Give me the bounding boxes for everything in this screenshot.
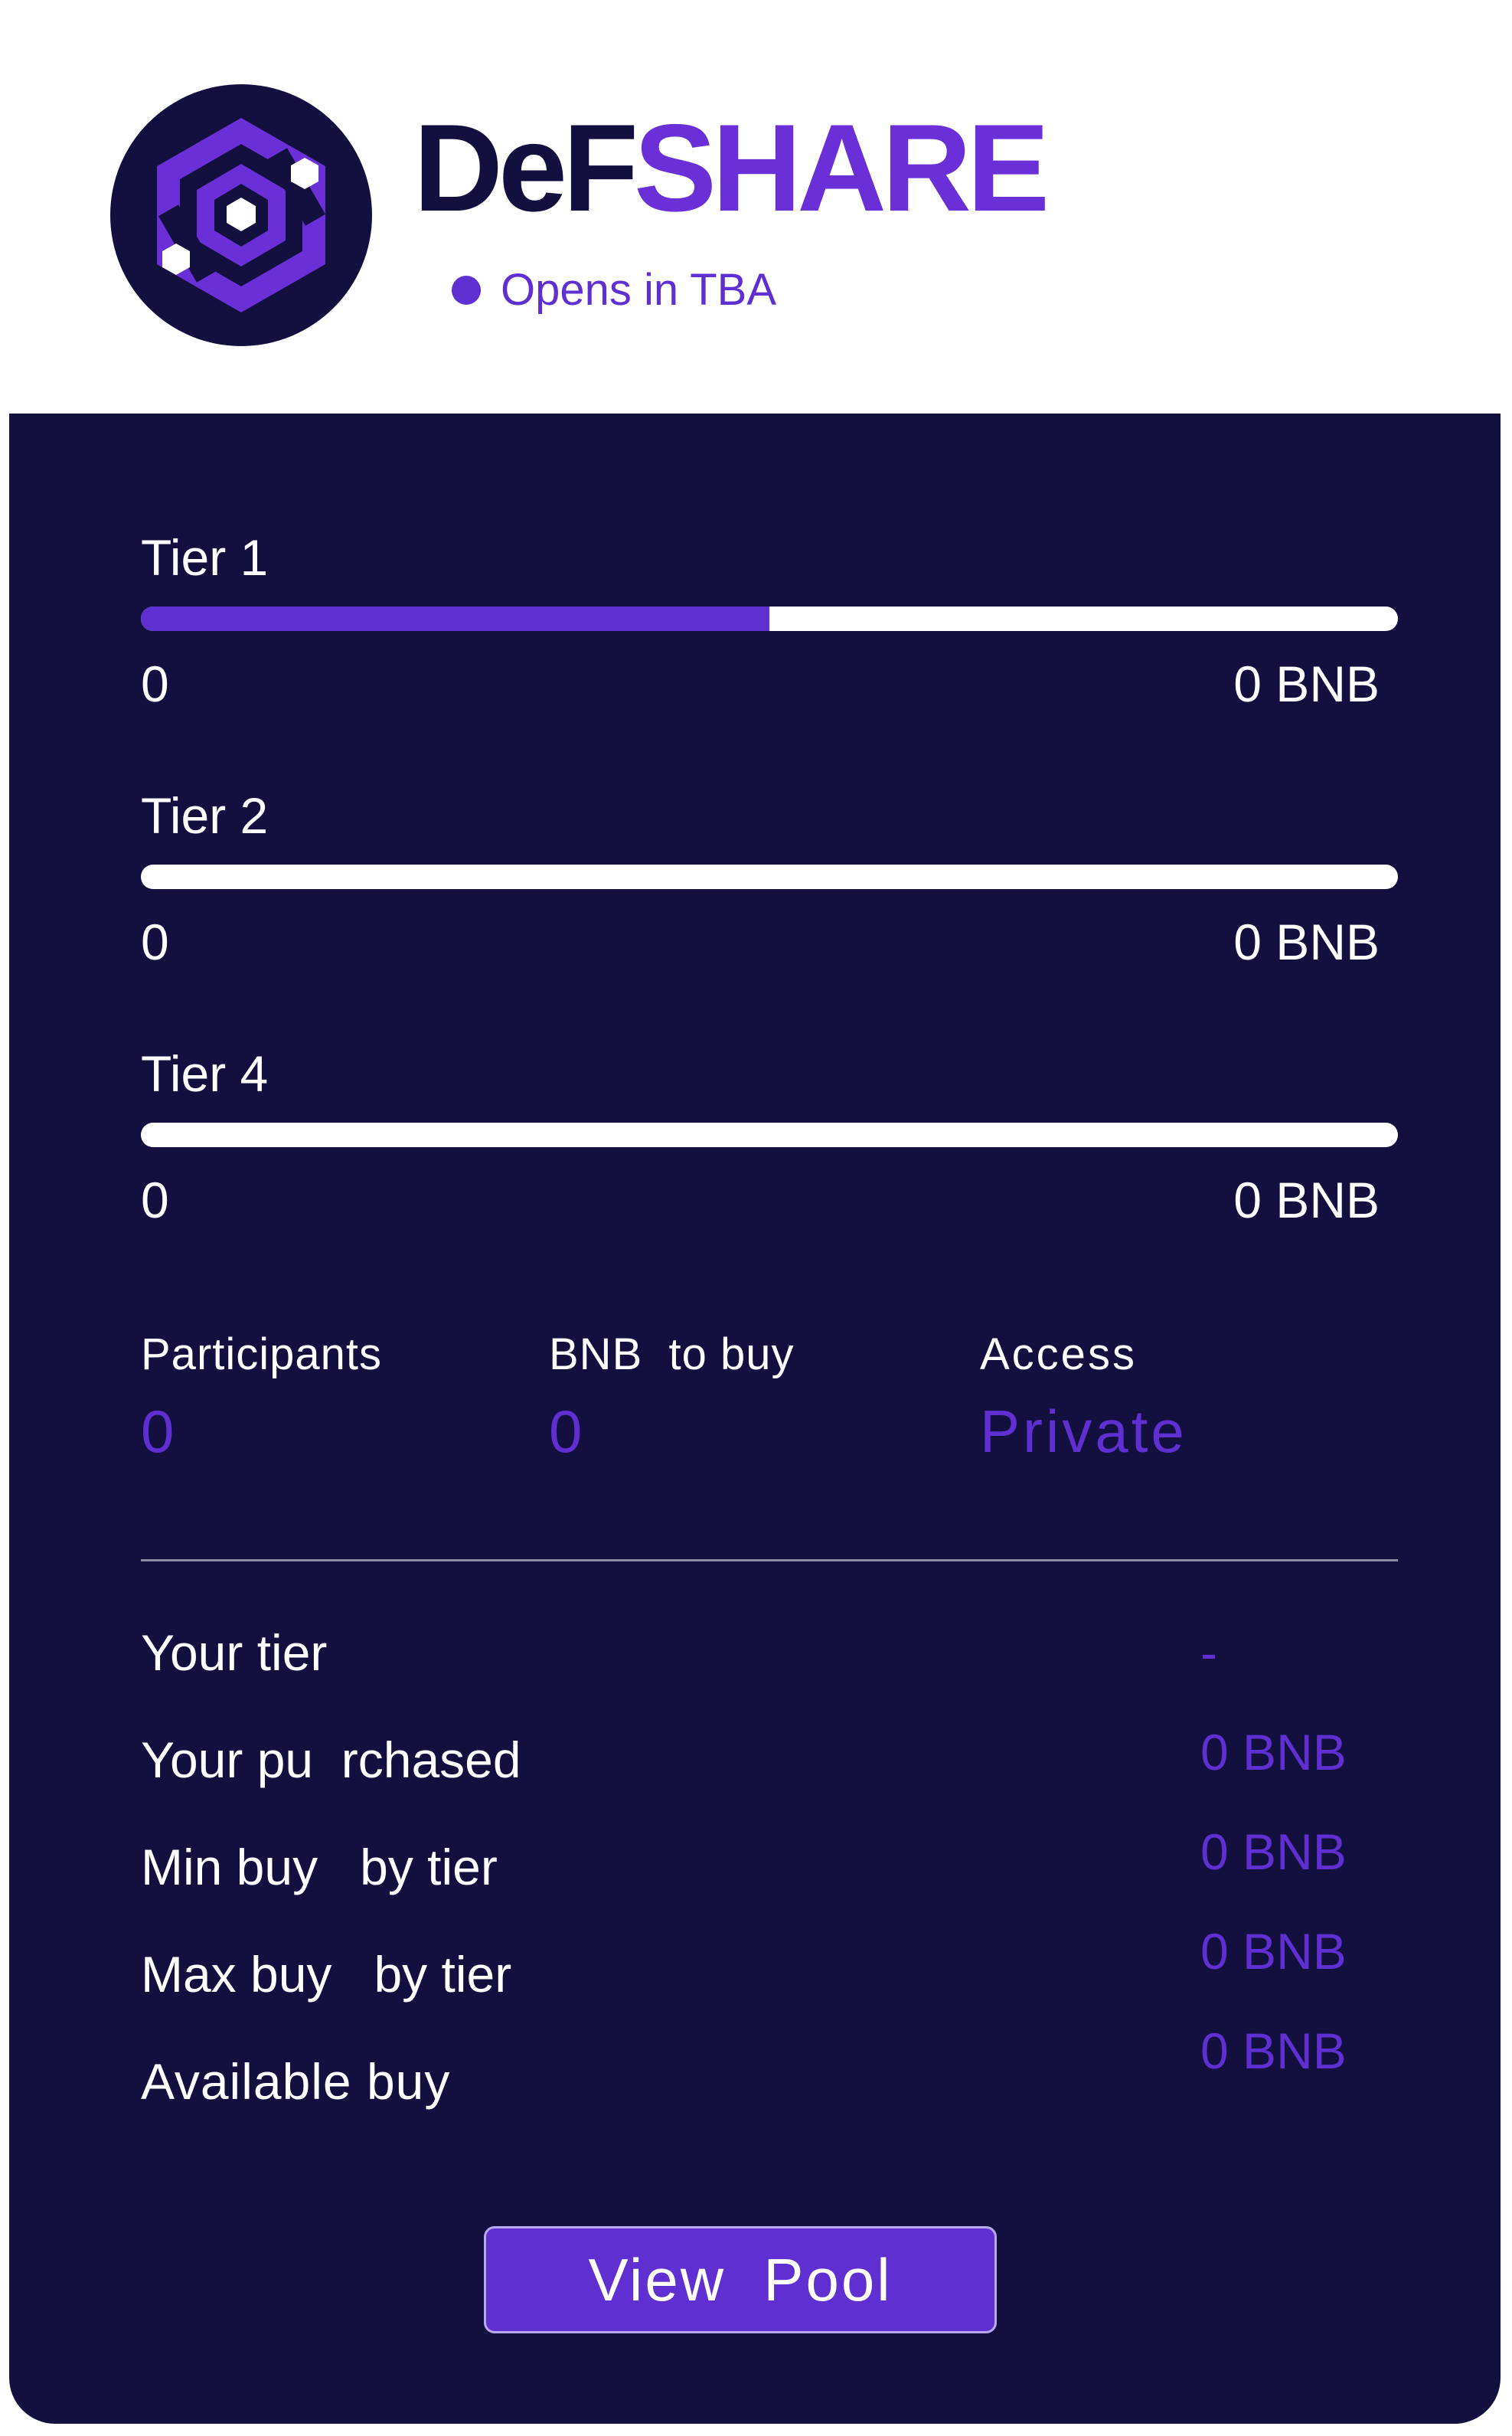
- view-pool-button[interactable]: View Pool: [484, 2226, 997, 2333]
- access-value: Private: [980, 1398, 1187, 1465]
- max-buy-label: Max buy by tier: [141, 1946, 512, 2003]
- tier-max-value: 0 BNB: [1233, 656, 1380, 712]
- access-stat: Access Private: [980, 1329, 1187, 1467]
- brand-name-dark: DeF: [413, 99, 638, 237]
- pool-details-panel: Tier 1 0 0 BNB Tier 2 0 0 BNB Tier 4 0 0…: [9, 414, 1501, 2424]
- brand-name-accent: SHARE: [634, 99, 1050, 237]
- tier-progress-bar: [141, 865, 1398, 889]
- tier-name: Tier 4: [141, 1045, 269, 1102]
- min-buy-value: 0 BNB: [1200, 1823, 1347, 1880]
- available-buy-label: Available buy: [141, 2053, 451, 2110]
- tier-name: Tier 2: [141, 787, 269, 844]
- available-buy-value: 0 BNB: [1200, 2022, 1347, 2079]
- purchased-value: 0 BNB: [1200, 1724, 1347, 1780]
- tier-max-value: 0 BNB: [1233, 914, 1380, 970]
- card-header: DeFSHARE Opens in TBA: [8, 8, 1501, 414]
- your-tier-label: Your tier: [141, 1624, 328, 1681]
- participants-stat: Participants 0: [141, 1329, 382, 1467]
- participants-value: 0: [141, 1398, 178, 1465]
- status-dot-icon: [452, 275, 481, 305]
- your-tier-value: -: [1200, 1624, 1217, 1681]
- tier-progress-fill: [141, 607, 769, 631]
- max-buy-value: 0 BNB: [1200, 1923, 1347, 1980]
- bnb-to-buy-stat: BNB to buy 0: [549, 1329, 794, 1467]
- bnb-to-buy-label: BNB to buy: [549, 1329, 795, 1379]
- tier-progress-bar: [141, 607, 1398, 631]
- bnb-to-buy-value: 0: [549, 1398, 586, 1465]
- tier-progress-bar: [141, 1123, 1398, 1147]
- access-label: Access: [980, 1329, 1137, 1379]
- tier-name: Tier 1: [141, 529, 269, 586]
- purchased-label: Your pu rchased: [141, 1731, 521, 1788]
- brand-name: DeFSHARE: [413, 99, 1050, 237]
- tier-min-value: 0: [141, 914, 169, 970]
- sale-status: Opens in TBA: [452, 264, 776, 316]
- pool-card: DeFSHARE Opens in TBA Tier 1 0 0 BNB Tie…: [0, 0, 1512, 2436]
- tier-min-value: 0: [141, 656, 169, 712]
- view-pool-label: View Pool: [588, 2245, 893, 2313]
- section-divider: [141, 1559, 1398, 1561]
- min-buy-label: Min buy by tier: [141, 1839, 498, 1895]
- tier-max-value: 0 BNB: [1233, 1172, 1380, 1228]
- hexagon-logo-icon: [110, 84, 372, 346]
- status-text: Opens in TBA: [501, 265, 777, 315]
- participants-label: Participants: [141, 1329, 383, 1379]
- tier-min-value: 0: [141, 1172, 169, 1228]
